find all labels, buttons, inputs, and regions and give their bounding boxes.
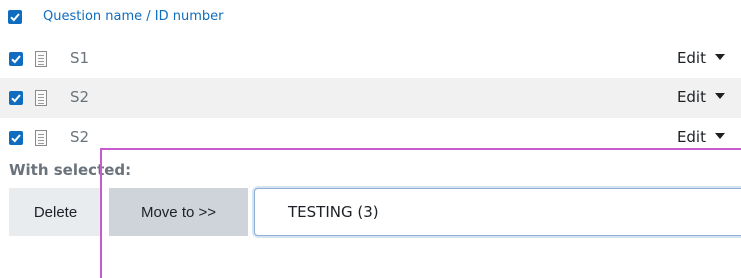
category-select-value: TESTING (3) [288, 203, 379, 221]
question-list-header: Question name / ID number [0, 0, 741, 38]
question-type-icon [35, 90, 47, 106]
question-row: S2 Edit [0, 118, 741, 158]
check-icon [11, 134, 21, 143]
edit-menu-button[interactable]: Edit [677, 128, 725, 146]
caret-down-icon [715, 54, 725, 60]
check-icon [11, 55, 21, 64]
question-row: S1 Edit [0, 38, 741, 78]
question-name: S1 [70, 49, 90, 67]
move-to-button[interactable]: Move to >> [109, 188, 248, 236]
column-header-question-name[interactable]: Question name / ID number [43, 9, 224, 24]
edit-label: Edit [676, 49, 706, 67]
question-name: S2 [70, 128, 90, 146]
delete-button[interactable]: Delete [9, 188, 102, 236]
edit-menu-button[interactable]: Edit [677, 88, 725, 106]
question-row: S2 Edit [0, 78, 741, 118]
caret-down-icon [715, 133, 725, 139]
check-icon [11, 94, 21, 103]
edit-menu-button[interactable]: Edit [677, 49, 725, 67]
with-selected-label: With selected: [9, 161, 132, 179]
question-checkbox[interactable] [9, 52, 23, 66]
question-checkbox[interactable] [9, 131, 23, 145]
caret-down-icon [715, 93, 725, 99]
question-name: S2 [70, 88, 90, 106]
select-all-checkbox[interactable] [8, 10, 22, 24]
question-type-icon [35, 51, 47, 67]
check-icon [10, 13, 20, 22]
question-checkbox[interactable] [9, 91, 23, 105]
edit-label: Edit [676, 88, 706, 106]
edit-label: Edit [676, 128, 706, 146]
question-type-icon [35, 130, 47, 146]
category-select[interactable]: TESTING (3) [254, 188, 741, 236]
